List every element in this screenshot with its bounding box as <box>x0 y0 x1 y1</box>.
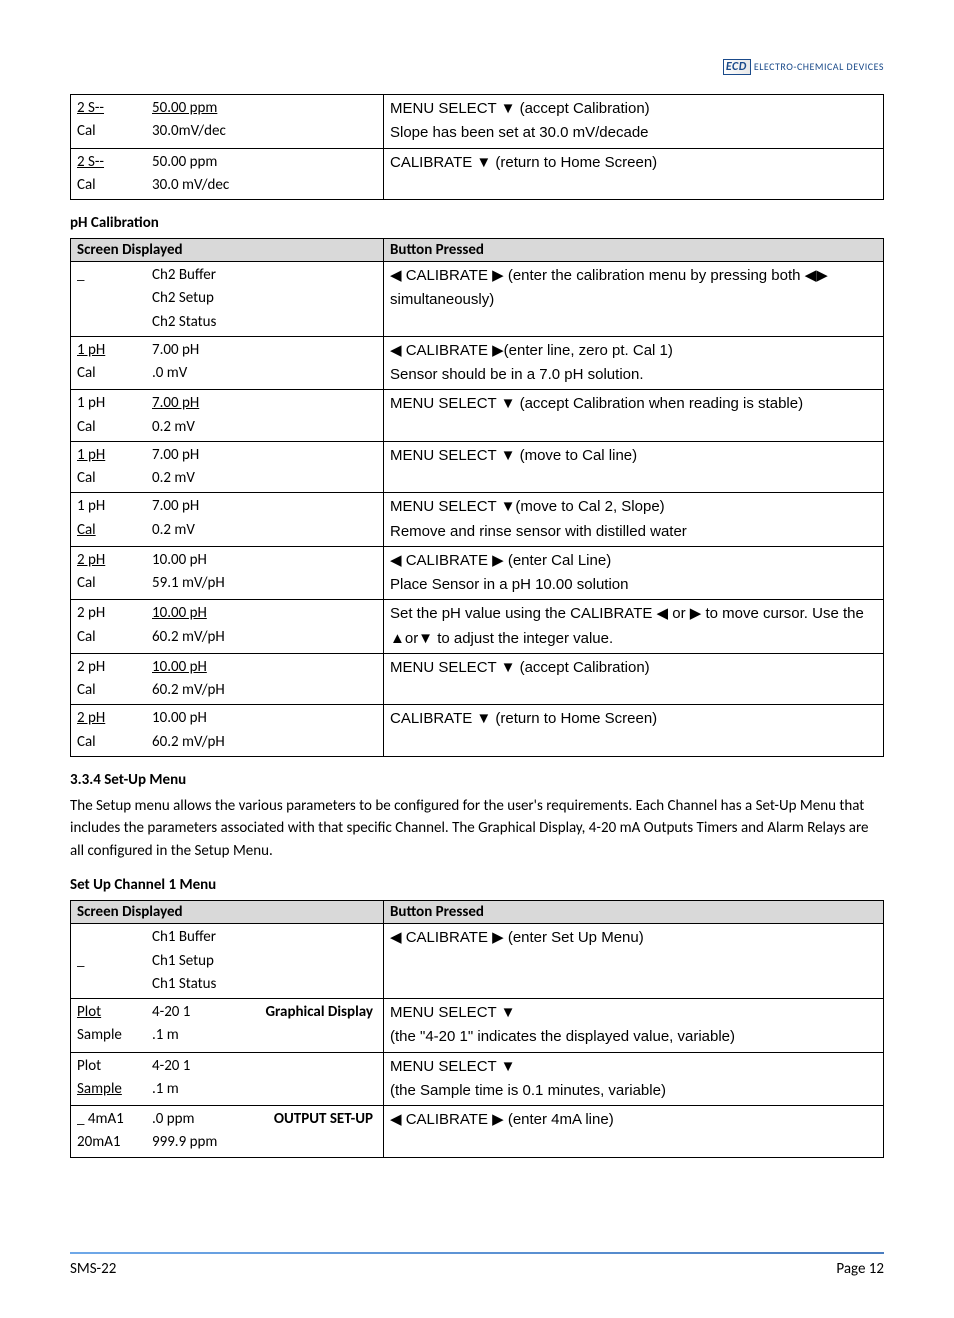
table-cell: MENU SELECT ▼ (move to Cal line) <box>384 441 884 493</box>
table-cell: ◀ CALIBRATE ▶ (enter 4mA line) <box>384 1106 884 1158</box>
calibration-table-top: 2 S--50.00 ppmCal30.0mV/decMENU SELECT ▼… <box>70 94 884 200</box>
table-cell: 1 pH7.00 pHCal0.2 mV <box>71 441 384 493</box>
ph-calibration-table: Screen Displayed Button Pressed _Ch2 Buf… <box>70 238 884 757</box>
table-cell: MENU SELECT ▼(the "4-20 1" indicates the… <box>384 999 884 1053</box>
table-cell: Plot4-20 1Graphical DisplaySample .1 m <box>71 999 384 1053</box>
logo-brand: ECD <box>723 59 751 75</box>
table-cell: 2 pH10.00 pHCal60.2 mV/pH <box>71 600 384 654</box>
table-cell: ◀ CALIBRATE ▶(enter line, zero pt. Cal 1… <box>384 336 884 390</box>
table-cell: MENU SELECT ▼(move to Cal 2, Slope)Remov… <box>384 493 884 547</box>
table-cell: 1 pH7.00 pHCal0.2 mV <box>71 390 384 442</box>
table-cell: Set the pH value using the CALIBRATE ◀ o… <box>384 600 884 654</box>
table-cell: 2 pH10.00 pHCal60.2 mV/pH <box>71 653 384 705</box>
table-cell: Plot4-20 1Sample .1 m <box>71 1052 384 1106</box>
table-cell: CALIBRATE ▼ (return to Home Screen) <box>384 705 884 757</box>
table-cell: Ch1 Buffer_Ch1 SetupCh1 Status <box>71 924 384 999</box>
logo-text: ELECTRO-CHEMICAL DEVICES <box>754 60 884 73</box>
table-cell: MENU SELECT ▼ (accept Calibration when r… <box>384 390 884 442</box>
table-cell: 2 pH10.00 pHCal60.2 mV/pH <box>71 705 384 757</box>
footer-model: SMS-22 <box>70 1260 116 1278</box>
table-cell: ◀ CALIBRATE ▶ (enter Set Up Menu) <box>384 924 884 999</box>
table-cell: ◀ CALIBRATE ▶ (enter the calibration men… <box>384 262 884 337</box>
footer-page: Page 12 <box>836 1260 884 1278</box>
table-cell: _Ch2 BufferCh2 SetupCh2 Status <box>71 262 384 337</box>
setup-menu-heading: 3.3.4 Set-Up Menu <box>70 771 884 789</box>
setup-menu-paragraph: The Setup menu allows the various parame… <box>70 795 884 863</box>
setup-ch1-heading: Set Up Channel 1 Menu <box>70 876 884 894</box>
table-cell: ◀ CALIBRATE ▶ (enter Cal Line)Place Sens… <box>384 546 884 600</box>
col-button-pressed: Button Pressed <box>384 239 884 262</box>
table-cell: CALIBRATE ▼ (return to Home Screen) <box>384 148 884 200</box>
table-cell: 2 pH10.00 pHCal59.1 mV/pH <box>71 546 384 600</box>
col-screen-displayed: Screen Displayed <box>71 239 384 262</box>
ph-calibration-heading: pH Calibration <box>70 214 884 232</box>
footer-divider <box>70 1252 884 1254</box>
company-logo: ECD ELECTRO-CHEMICAL DEVICES <box>70 60 884 74</box>
table-cell: 2 S--50.00 ppmCal30.0mV/dec <box>71 95 384 149</box>
table-cell: 1 pH7.00 pHCal.0 mV <box>71 336 384 390</box>
setup-ch1-table: Screen Displayed Button Pressed Ch1 Buff… <box>70 900 884 1157</box>
page-footer: SMS-22 Page 12 <box>70 1260 884 1278</box>
table-cell: MENU SELECT ▼(the Sample time is 0.1 min… <box>384 1052 884 1106</box>
col-button-pressed: Button Pressed <box>384 901 884 924</box>
table-cell: 1 pH7.00 pHCal0.2 mV <box>71 493 384 547</box>
table-cell: _ 4mA1 .0 ppmOUTPUT SET-UP20mA1999.9 ppm <box>71 1106 384 1158</box>
table-cell: MENU SELECT ▼ (accept Calibration)Slope … <box>384 95 884 149</box>
table-cell: 2 S--50.00 ppmCal30.0 mV/dec <box>71 148 384 200</box>
table-cell: MENU SELECT ▼ (accept Calibration) <box>384 653 884 705</box>
col-screen-displayed: Screen Displayed <box>71 901 384 924</box>
